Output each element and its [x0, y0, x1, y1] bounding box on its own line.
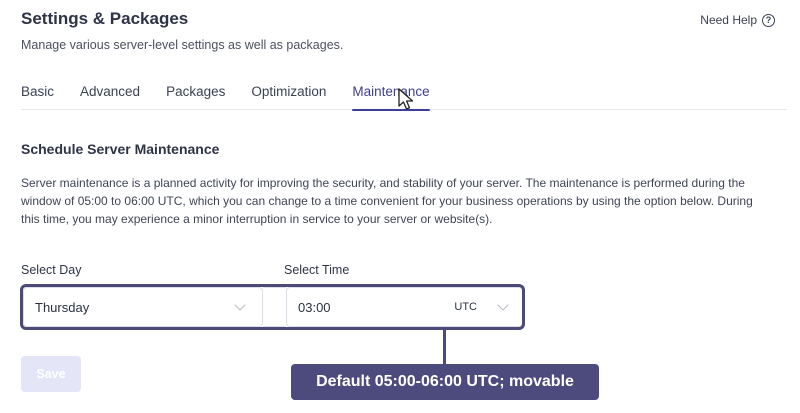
annotation-connector — [443, 330, 446, 365]
need-help-label: Need Help — [700, 13, 757, 27]
tab-optimization[interactable]: Optimization — [251, 84, 326, 109]
annotation-callout: Default 05:00-06:00 UTC; movable — [291, 364, 599, 400]
tab-maintenance[interactable]: Maintenance — [352, 84, 431, 111]
page-subtitle: Manage various server-level settings as … — [21, 38, 344, 52]
page-title: Settings & Packages — [21, 9, 189, 28]
section-title: Schedule Server Maintenance — [21, 141, 220, 157]
save-button[interactable]: Save — [21, 356, 81, 392]
select-day-label: Select Day — [21, 263, 82, 277]
tab-packages[interactable]: Packages — [166, 84, 225, 109]
section-description: Server maintenance is a planned activity… — [21, 176, 753, 226]
annotation-highlight-box — [20, 284, 525, 330]
tab-basic[interactable]: Basic — [21, 84, 54, 109]
mouse-cursor-icon — [398, 88, 414, 110]
tab-advanced[interactable]: Advanced — [80, 84, 140, 109]
question-circle-icon: ? — [762, 13, 775, 27]
select-time-label: Select Time — [284, 263, 350, 277]
need-help-link[interactable]: Need Help ? — [700, 13, 775, 27]
